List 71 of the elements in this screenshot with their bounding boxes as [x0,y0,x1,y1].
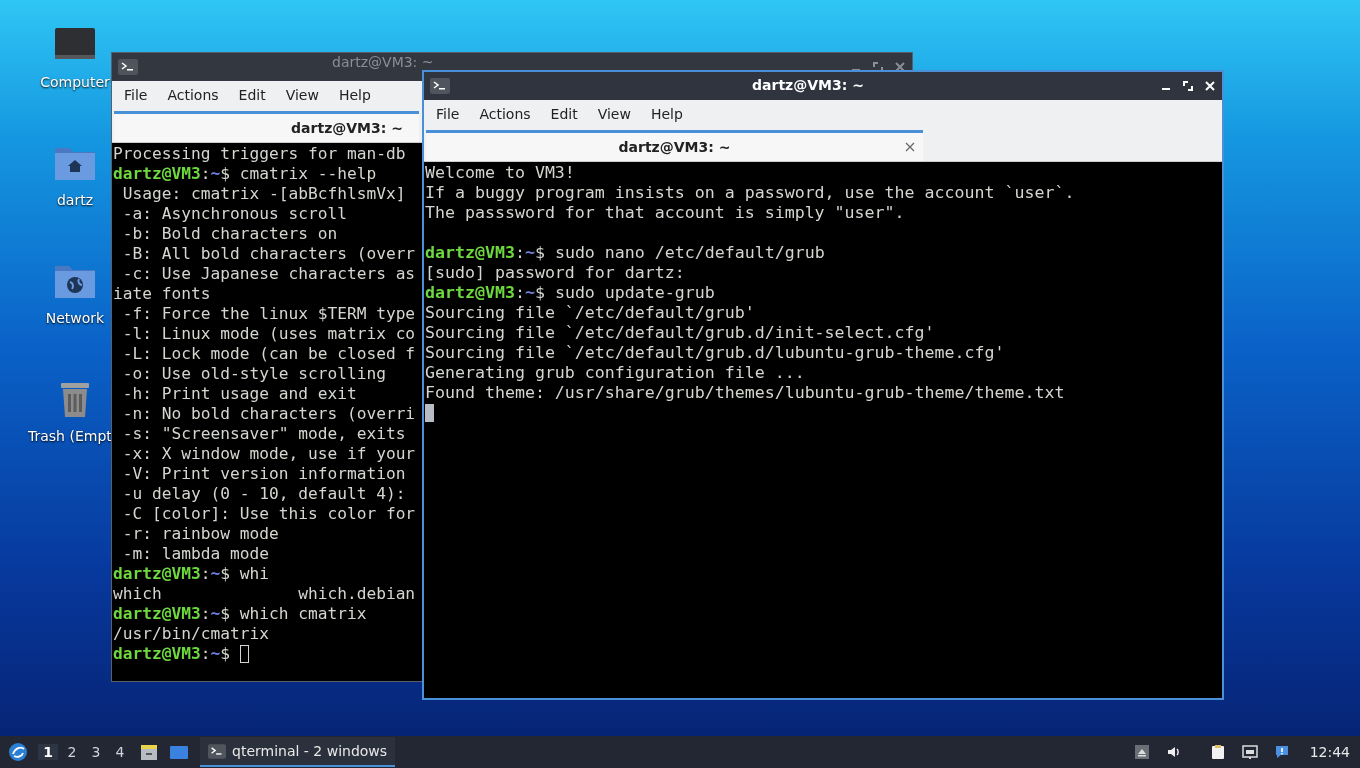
output-line: -o: Use old-style scrolling [121,364,386,384]
menu-item[interactable]: Edit [228,87,276,103]
workspace-button[interactable]: 2 [62,744,82,760]
output-line: -V: Print version information [121,464,406,484]
terminal-icon [430,78,450,94]
output-line: -L: Lock mode (can be closed f [121,344,416,364]
output-line: -s: "Screensaver" mode, exits [121,424,406,444]
output-line: Sourcing file `/etc/default/grub' [425,303,755,323]
menu-item[interactable]: Actions [469,106,541,122]
output-line: -f: Force the linux $TERM type [121,304,416,324]
prompt-line: dartz@VM3:~$ whi [113,564,269,584]
menu-item[interactable]: Edit [540,106,588,122]
menu-item[interactable]: Help [640,106,693,122]
menu-item[interactable]: View [587,106,641,122]
desktop-icon-label[interactable]: Trash (Empt [28,428,112,444]
output-line: Sourcing file `/etc/default/grub.d/lubuntu-grub-theme.cfg' [425,343,1005,363]
clock: 12:44 [1309,744,1350,760]
taskbar-button[interactable]: qterminal - 2 windows [200,737,396,767]
terminal-icon [118,59,138,75]
output-line: iate fonts [113,284,211,304]
output-line: /usr/bin/cmatrix [113,624,269,644]
output-line: -B: All bold characters (overr [121,244,416,264]
output-line: The passsword for that account is simply "user". [425,203,905,223]
output-line: If a buggy program insists on a password, use the account `user`. [425,183,1075,203]
workspace-button[interactable]: 4 [110,744,130,760]
clipboard-icon[interactable] [1209,744,1226,760]
output-line: -C [color]: Use this color for [121,504,416,524]
prompt-line: dartz@VM3:~$ sudo update-grub [425,283,715,303]
volume-icon[interactable] [1165,744,1182,760]
prompt-line: dartz@VM3:~$ cmatrix --help [113,164,377,184]
start-menu-icon[interactable] [8,742,28,762]
output-line: -h: Print usage and exit [121,384,357,404]
output-line: -m: lambda mode [121,544,269,564]
window-title: dartz@VM3: ~ [332,54,434,70]
tray-expand-icon[interactable] [1133,744,1150,760]
output-line: -n: No bold characters (overri [121,404,416,424]
prompt-line: dartz@VM3:~$ sudo nano /etc/default/grub [425,243,825,263]
desktop-icon-label[interactable]: dartz [56,192,94,208]
prompt-line: dartz@VM3:~$ which cmatrix [113,604,367,624]
menu-item[interactable]: File [114,87,158,103]
terminal-tab[interactable]: dartz@VM3: ~ [114,111,419,142]
terminal-tab[interactable]: dartz@VM3: ~ [426,130,923,161]
prompt-line: dartz@VM3:~$ [113,644,231,664]
output-line: Processing triggers for man-db [113,144,406,164]
output-line: -c: Use Japanese characters as [121,264,416,284]
menu-item[interactable]: Actions [157,87,229,103]
menu-item[interactable]: Help [328,87,381,103]
close-icon[interactable] [905,142,915,152]
output-line: which which.debian [113,584,416,604]
menu-item[interactable]: File [426,106,470,122]
output-line: -a: Asynchronous scroll [121,204,347,224]
desktop-icon-label[interactable]: Network [45,310,105,326]
output-line: Sourcing file `/etc/default/grub.d/init-select.cfg' [425,323,935,343]
output-line: Usage: cmatrix -[abBcfhlsmVx] [121,184,406,204]
output-line: -b: Bold characters on [121,224,338,244]
output-line: Generating grub configuration file ... [425,363,805,383]
workspace-button[interactable]: 3 [86,744,106,760]
file-cabinet-icon[interactable] [138,742,160,762]
output-line: -r: rainbow mode [121,524,279,544]
output-line: Found theme: /usr/share/grub/themes/lubuntu-grub-theme/theme.txt [425,383,1065,403]
output-line: [sudo] password for dartz: [425,263,685,283]
workspace-button[interactable]: 1 [38,744,58,760]
output-line: -l: Linux mode (uses matrix co [121,324,416,344]
window-title: dartz@VM3: ~ [751,77,865,93]
terminal-icon [208,743,226,759]
menu-item[interactable]: View [275,87,329,103]
output-line: Welcome to VM3! [425,163,575,183]
output-line: -u delay (0 - 10, default 4): [121,484,406,504]
network-icon[interactable] [1241,744,1258,760]
notification-icon[interactable] [1273,744,1290,760]
output-line: -x: X window mode, use if your [121,444,416,464]
